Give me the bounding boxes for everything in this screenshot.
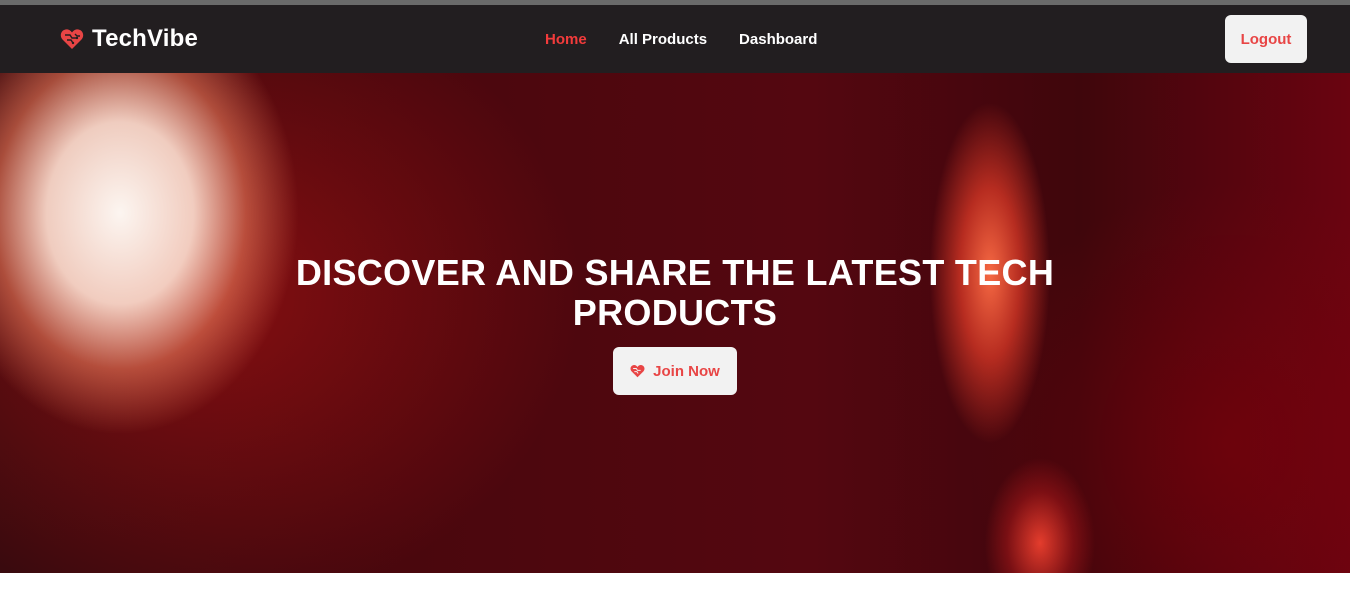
navbar: TechVibe Home All Products Dashboard Log… [0, 5, 1350, 73]
main-nav: Home All Products Dashboard [545, 31, 817, 48]
hero-title: DISCOVER AND SHARE THE LATEST TECH PRODU… [295, 252, 1055, 333]
nav-link-dashboard[interactable]: Dashboard [739, 31, 817, 48]
logout-button[interactable]: Logout [1225, 15, 1307, 63]
nav-link-all-products[interactable]: All Products [619, 31, 707, 48]
hero-content: DISCOVER AND SHARE THE LATEST TECH PRODU… [0, 253, 1350, 395]
brand-name: TechVibe [92, 25, 199, 52]
join-now-button[interactable]: Join Now [613, 347, 737, 395]
join-now-label: Join Now [653, 362, 720, 380]
hero-banner: DISCOVER AND SHARE THE LATEST TECH PRODU… [0, 73, 1350, 573]
heart-circuit-icon [60, 28, 84, 50]
nav-link-home[interactable]: Home [545, 31, 587, 48]
brand-logo[interactable]: TechVibe [60, 25, 198, 53]
heart-circuit-icon [630, 364, 645, 378]
